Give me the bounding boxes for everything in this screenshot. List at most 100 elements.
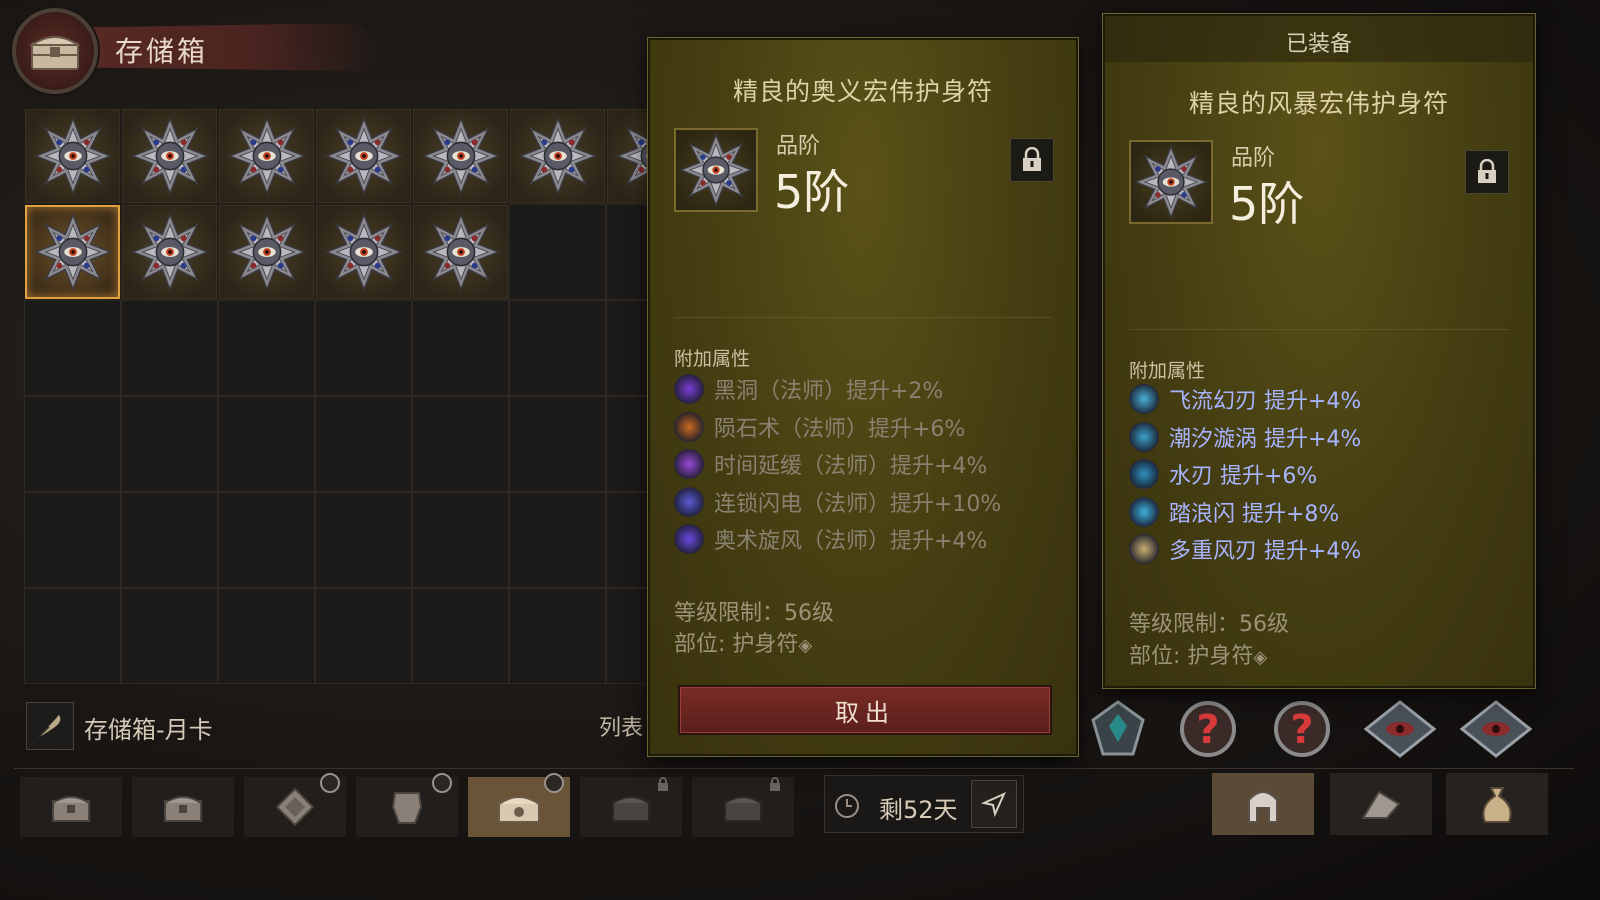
take-out-button[interactable]: 取出 [678,685,1052,735]
inventory-slot-empty[interactable] [412,492,509,588]
inventory-slot-amulet[interactable] [510,109,605,203]
inventory-slot-empty[interactable] [315,492,412,588]
skill-icon [674,411,704,442]
item-icon-frame [1129,140,1213,224]
slot-diamond-icon: ◈ [798,635,813,656]
storage-name: 存储箱-月卡 [84,716,213,744]
amulet-icon [422,117,500,195]
inventory-slot-empty[interactable] [121,300,218,396]
affix-text: 连锁闪电（法师）提升+10% [714,491,1002,517]
inventory-slot-empty[interactable] [315,300,412,396]
tab-monthly-card[interactable] [468,773,570,837]
inventory-slot-empty[interactable] [509,204,606,300]
days-remaining-text: 剩52天 [879,796,958,824]
skill-slot-unknown-1[interactable]: ? [1168,690,1248,768]
inventory-slot-amulet[interactable] [316,205,411,299]
affix-row: 黑洞（法师）提升+2% [674,372,943,406]
skill-icon [1129,421,1159,452]
amulet-icon [228,213,306,291]
chest-emblem-icon [12,8,98,94]
inventory-slot-amulet[interactable] [122,205,217,299]
inventory-slot-empty[interactable] [509,300,606,396]
tab-gem[interactable] [244,773,346,837]
inventory-slot-amulet[interactable] [219,205,314,299]
teal-gem-icon [1091,700,1145,756]
inventory-slot-empty[interactable] [218,300,315,396]
question-mark-icon: ? [1274,701,1330,757]
inventory-slot-empty[interactable] [412,396,509,492]
inventory-slot-empty[interactable] [24,492,121,588]
list-view-button[interactable]: 列表 [599,710,643,742]
equipped-header: 已装备 [1105,16,1533,62]
item-title: 精良的风暴宏伟护身符 [1188,89,1449,118]
inventory-slot-empty[interactable] [509,396,606,492]
inventory-slot-empty[interactable] [24,588,121,684]
inventory-slot-amulet[interactable] [413,205,508,299]
inventory-slot-empty[interactable] [218,588,315,684]
inventory-slot-amulet[interactable] [316,109,411,203]
item-title: 精良的奥义宏伟护身符 [732,77,993,106]
amulet-icon [325,117,403,195]
skill-icon [1129,496,1159,527]
inventory-slot-empty[interactable] [121,588,218,684]
inventory-slot-amulet[interactable] [122,109,217,203]
inventory-slot-empty[interactable] [412,300,509,396]
lock-icon [770,777,780,791]
inventory-slot-empty[interactable] [509,588,606,684]
affix-text: 水刃 提升+6% [1169,464,1318,489]
lock-button[interactable] [1465,150,1509,194]
affix-text: 陨石术（法师）提升+6% [714,416,966,442]
amulet-icon [519,117,597,195]
inventory-slot-amulet[interactable] [25,109,120,203]
send-button[interactable] [971,780,1017,828]
lock-button[interactable] [1010,138,1054,182]
chest-icon [612,796,650,822]
gem-icon [275,787,315,827]
affix-text: 奥术旋风（法师）提升+4% [714,529,988,554]
item-icon-frame [674,128,758,212]
inventory-slot-amulet[interactable] [413,109,508,203]
inventory-slot-empty[interactable] [24,300,121,396]
lock-icon [1023,147,1041,171]
lock-icon [658,777,668,791]
inventory-slot-empty[interactable] [121,492,218,588]
timer-icon [432,773,452,793]
inventory-slot-empty[interactable] [24,396,121,492]
armor-icon [391,792,423,824]
slot-diamond-icon: ◈ [1253,647,1268,668]
svg-text:?: ? [1196,707,1219,753]
inventory-slot-empty[interactable] [121,396,218,492]
inventory-slot-amulet[interactable] [25,205,120,299]
affix-text: 飞流幻刃 提升+4% [1169,389,1362,414]
slot-type: 部位: 护身符◈ [674,632,813,657]
skill-slot-4[interactable] [1456,690,1536,768]
inventory-slot-empty[interactable] [509,492,606,588]
skill-icon [674,449,704,479]
inventory-slot-empty[interactable] [315,588,412,684]
chest-icon [164,796,202,822]
skill-slot-3[interactable] [1360,690,1440,768]
tab-locked-1[interactable] [580,777,682,837]
tab-armor[interactable] [356,773,458,837]
affix-text: 多重风刃 提升+4% [1169,539,1362,564]
timer-icon [544,773,564,793]
skill-slot-1[interactable] [1078,690,1158,768]
item-tooltip: 精良的奥义宏伟护身符 品阶 5阶 附加属性 黑洞（法师）提升+2% 陨石术（法师）… [648,38,1078,756]
rename-button[interactable] [26,702,74,750]
skill-slot-unknown-2[interactable]: ? [1262,690,1342,768]
inventory-slot-empty[interactable] [218,396,315,492]
tab-locked-2[interactable] [692,777,794,837]
storage-grid [24,108,674,690]
tab-chest-2[interactable] [132,777,234,837]
amulet-icon [228,117,306,195]
inventory-slot-amulet[interactable] [219,109,314,203]
tab-bag[interactable] [1446,773,1548,835]
tab-crafting[interactable] [1330,773,1432,835]
affix-row: 时间延缓（法师）提升+4% [674,447,987,481]
inventory-slot-empty[interactable] [315,396,412,492]
tab-chest-1[interactable] [20,777,122,837]
tab-helmet[interactable] [1212,773,1314,835]
slot-type: 部位: 护身符◈ [1129,644,1268,669]
inventory-slot-empty[interactable] [218,492,315,588]
inventory-slot-empty[interactable] [412,588,509,684]
